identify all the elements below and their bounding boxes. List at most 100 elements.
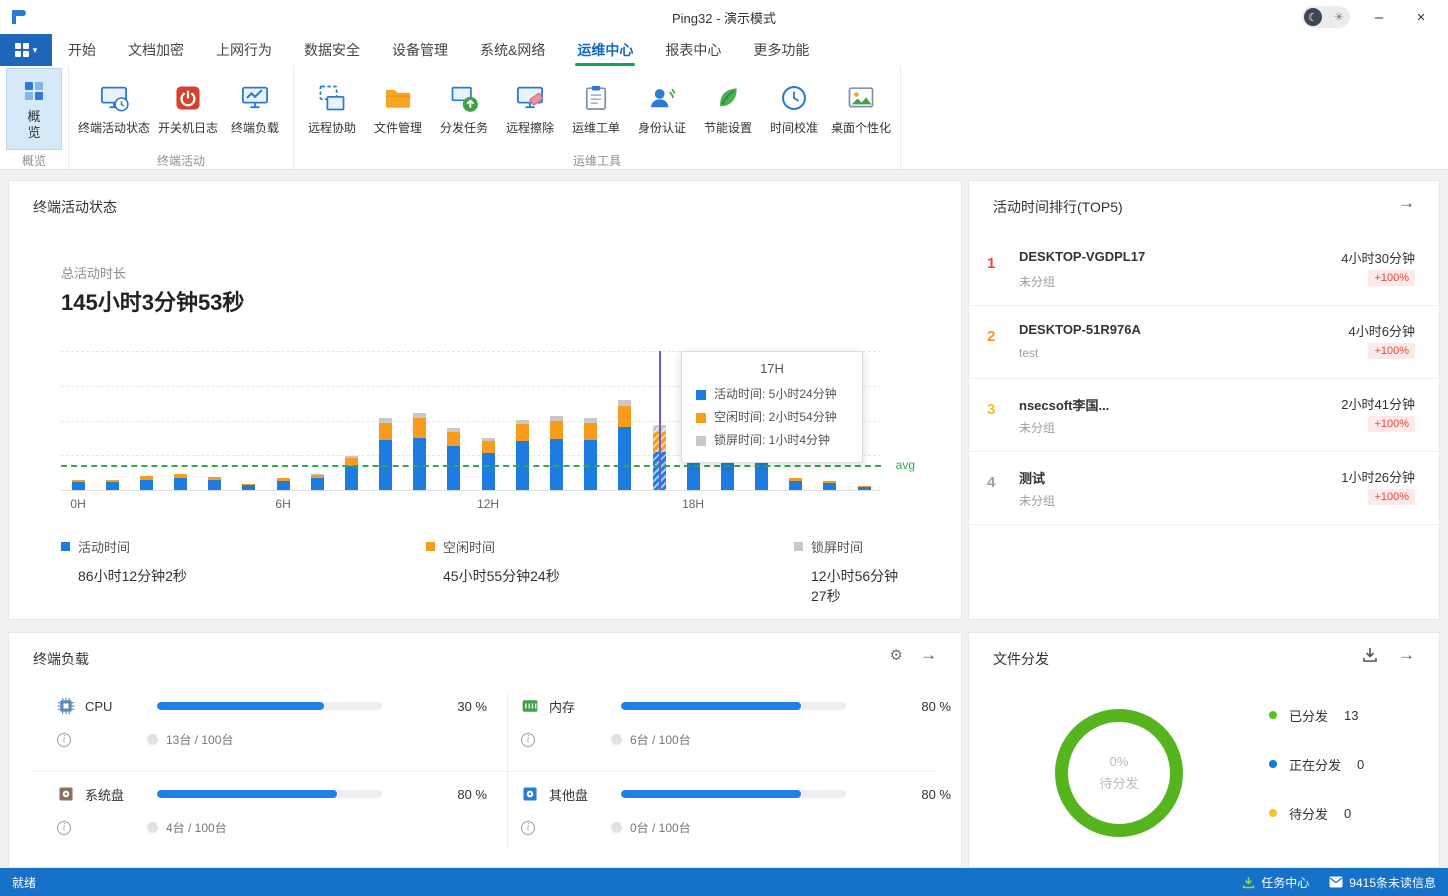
locked-time-swatch: [794, 542, 803, 551]
system-disk-icon: [57, 785, 75, 803]
bar-12H[interactable]: [482, 351, 495, 490]
bar-16H[interactable]: [618, 351, 631, 490]
app-menu-button[interactable]: ▾: [0, 34, 52, 66]
ranking-row[interactable]: 1 DESKTOP-VGDPL17 未分组 4小时30分钟 +100%: [969, 233, 1439, 306]
clipboard-icon: [581, 83, 611, 113]
erase-icon: [515, 83, 545, 113]
info-icon[interactable]: i: [57, 821, 71, 835]
file-distribution-panel: 文件分发 → 0% 待分发 已分发 13 正在分发 0 待分发 0: [968, 632, 1440, 868]
tab-doc-encryption[interactable]: 文档加密: [112, 34, 200, 66]
unread-messages-button[interactable]: 9415条未读信息: [1329, 874, 1436, 891]
clock-icon: [779, 83, 809, 113]
overview-button[interactable]: 概览: [6, 68, 62, 150]
system-disk-threshold-slider[interactable]: [157, 790, 382, 798]
arrow-right-icon[interactable]: →: [1398, 645, 1415, 665]
bar-segment: [550, 421, 563, 440]
cpu-threshold-slider[interactable]: [157, 702, 382, 710]
slider-fill: [157, 790, 337, 798]
remote-assist-button[interactable]: 远程协助: [300, 68, 364, 150]
terminal-activity-status-button[interactable]: 终端活动状态: [75, 68, 153, 150]
theme-toggle[interactable]: ☾ ☀: [1302, 6, 1350, 28]
remote-erase-button[interactable]: 远程擦除: [498, 68, 562, 150]
bar-3H[interactable]: [174, 351, 187, 490]
group-label-overview: 概览: [0, 152, 68, 170]
main-content: 终端活动状态 总活动时长 145小时3分钟53秒 avg 17H 活动时间: 5…: [0, 172, 1448, 868]
close-button[interactable]: ×: [1408, 9, 1434, 26]
bar-15H[interactable]: [584, 351, 597, 490]
bar-5H[interactable]: [242, 351, 255, 490]
arrow-right-icon[interactable]: →: [1398, 193, 1415, 213]
x-axis-tick: 0H: [70, 497, 85, 511]
bar-segment: [447, 446, 460, 490]
ribbon-group-ops-tools: 远程协助 文件管理 分发任务: [294, 66, 901, 169]
ranking-row[interactable]: 3 nsecsoft李国... 未分组 2小时41分钟 +100%: [969, 379, 1439, 452]
bar-slot: [95, 351, 129, 490]
bar-1H[interactable]: [106, 351, 119, 490]
green-dot-icon: [1269, 711, 1277, 719]
bar-2H[interactable]: [140, 351, 153, 490]
task-center-button[interactable]: 任务中心: [1242, 874, 1309, 891]
tab-ops-center[interactable]: 运维中心: [561, 34, 649, 66]
bar-14H[interactable]: [550, 351, 563, 490]
slider-fill: [621, 790, 801, 798]
status-ready: 就绪: [12, 874, 36, 891]
bar-slot: [232, 351, 266, 490]
bar-7H[interactable]: [311, 351, 324, 490]
status-dot-icon: [611, 734, 622, 745]
download-icon[interactable]: [1361, 646, 1379, 669]
bar-11H[interactable]: [447, 351, 460, 490]
arrow-right-icon[interactable]: →: [920, 645, 937, 665]
terminal-load-panel: 终端负载 ⚙ → CPU 30 % i 13台 / 100台: [8, 632, 962, 868]
tab-web-behavior[interactable]: 上网行为: [200, 34, 288, 66]
bar-segment: [584, 423, 597, 440]
distribute-task-button[interactable]: 分发任务: [432, 68, 496, 150]
power-log-button[interactable]: 开关机日志: [155, 68, 221, 150]
bar-segment: [345, 466, 358, 490]
ranking-row[interactable]: 2 DESKTOP-51R976A test 4小时6分钟 +100%: [969, 306, 1439, 379]
bar-segment: [789, 481, 802, 490]
energy-saving-button[interactable]: 节能设置: [696, 68, 760, 150]
tab-system-network[interactable]: 系统&网络: [464, 34, 561, 66]
bar-8H[interactable]: [345, 351, 358, 490]
info-icon[interactable]: i: [57, 733, 71, 747]
terminal-load-button[interactable]: 终端负载: [223, 68, 287, 150]
leaf-icon: [713, 83, 743, 113]
work-order-button[interactable]: 运维工单: [564, 68, 628, 150]
bar-13H[interactable]: [516, 351, 529, 490]
bar-4H[interactable]: [208, 351, 221, 490]
tab-more-features[interactable]: 更多功能: [737, 34, 825, 66]
power-icon: [173, 83, 203, 113]
bar-0H[interactable]: [72, 351, 85, 490]
sun-icon[interactable]: ☀: [1330, 8, 1348, 26]
growth-badge: +100%: [1368, 416, 1415, 432]
info-icon[interactable]: i: [521, 733, 535, 747]
status-dot-icon: [147, 822, 158, 833]
file-manage-button[interactable]: 文件管理: [366, 68, 430, 150]
minimize-button[interactable]: –: [1366, 9, 1392, 26]
bar-slot: [266, 351, 300, 490]
memory-threshold-slider[interactable]: [621, 702, 846, 710]
tab-data-security[interactable]: 数据安全: [288, 34, 376, 66]
tab-device-management[interactable]: 设备管理: [376, 34, 464, 66]
bar-6H[interactable]: [277, 351, 290, 490]
tab-start[interactable]: 开始: [52, 34, 112, 66]
legend-active-time: 活动时间 86小时12分钟2秒: [61, 537, 187, 586]
desktop-personalize-button[interactable]: 桌面个性化: [828, 68, 894, 150]
bar-10H[interactable]: [413, 351, 426, 490]
active-time-swatch: [61, 542, 70, 551]
window-title: Ping32 - 演示模式: [672, 8, 776, 27]
distribute-icon: [449, 83, 479, 113]
locked-time-swatch: [696, 436, 706, 446]
moon-icon[interactable]: ☾: [1304, 8, 1322, 26]
info-icon[interactable]: i: [521, 821, 535, 835]
other-disk-threshold-slider[interactable]: [621, 790, 846, 798]
gear-icon[interactable]: ⚙: [890, 646, 903, 664]
bar-slot: [369, 351, 403, 490]
bar-slot: [403, 351, 437, 490]
tab-report-center[interactable]: 报表中心: [649, 34, 737, 66]
identity-auth-button[interactable]: 身份认证: [630, 68, 694, 150]
time-calibration-button[interactable]: 时间校准: [762, 68, 826, 150]
ranking-row[interactable]: 4 测试 未分组 1小时26分钟 +100%: [969, 452, 1439, 525]
bar-segment: [858, 487, 871, 490]
bar-9H[interactable]: [379, 351, 392, 490]
